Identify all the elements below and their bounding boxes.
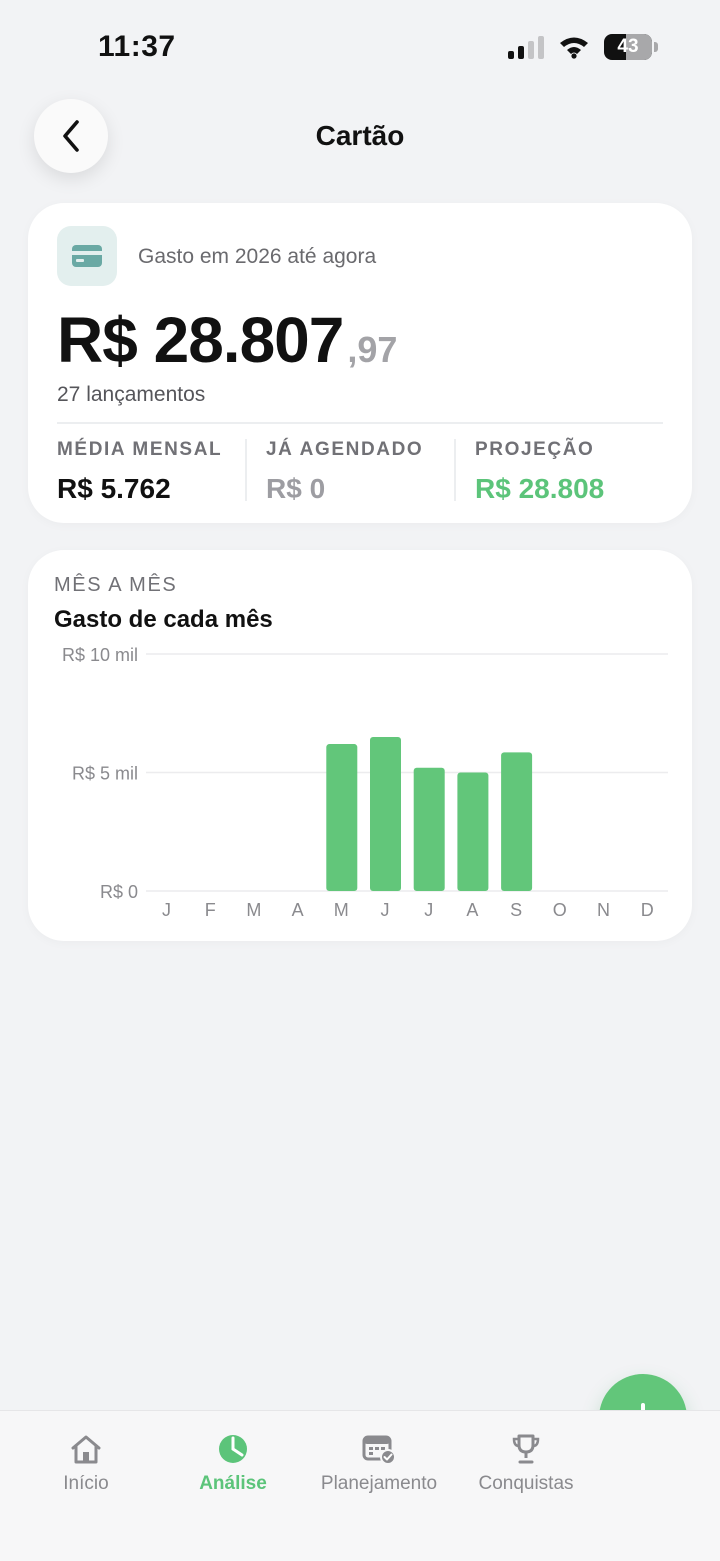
total-amount: R$ 28.807 ,97 <box>57 303 397 377</box>
stat-projection: PROJEÇÃO R$ 28.808 <box>454 439 663 505</box>
tab-bar: Início Análise Planejamento Conquistas <box>0 1410 720 1561</box>
status-time: 11:37 <box>98 30 176 63</box>
amount-main: R$ 28.807 <box>57 304 344 376</box>
tab-inicio[interactable]: Início <box>11 1433 161 1495</box>
page-title: Cartão <box>315 120 405 151</box>
cellular-signal-icon <box>508 35 544 59</box>
stat-monthly-average: MÉDIA MENSAL R$ 5.762 <box>57 439 245 505</box>
x-tick-label: O <box>553 900 568 920</box>
stat-label: MÉDIA MENSAL <box>57 439 223 460</box>
x-tick-label: F <box>205 900 217 920</box>
y-tick-label: R$ 0 <box>100 882 138 902</box>
summary-caption: Gasto em 2026 até agora <box>138 245 377 268</box>
tab-label: Conquistas <box>478 1473 574 1494</box>
bar[interactable] <box>501 752 533 891</box>
tab-label: Análise <box>199 1473 267 1494</box>
x-tick-label: J <box>424 900 434 920</box>
monthly-bar-chart: R$ 10 mil R$ 5 mil R$ 0 J F M A M J J A S O N D <box>62 645 668 920</box>
stat-scheduled: JÁ AGENDADO R$ 0 <box>245 439 454 505</box>
x-tick-label: N <box>597 900 611 920</box>
x-tick-label: J <box>162 900 172 920</box>
trophy-icon <box>512 1434 540 1464</box>
launches-count: 27 lançamentos <box>57 383 206 406</box>
pie-chart-icon <box>219 1435 247 1463</box>
x-tick-label: A <box>466 900 479 920</box>
x-tick-label: D <box>641 900 655 920</box>
stat-value: R$ 28.808 <box>475 473 605 504</box>
tab-analise[interactable]: Análise <box>158 1433 308 1495</box>
bar[interactable] <box>370 736 401 891</box>
y-tick-label: R$ 5 mil <box>72 764 138 784</box>
x-tick-label: A <box>292 900 305 920</box>
tab-label: Planejamento <box>320 1473 438 1494</box>
tab-label: Início <box>63 1473 109 1494</box>
tab-conquistas[interactable]: Conquistas <box>451 1433 601 1495</box>
y-tick-label: R$ 10 mil <box>62 645 138 665</box>
stat-label: PROJEÇÃO <box>475 439 595 460</box>
stats-row: MÉDIA MENSAL R$ 5.762 JÁ AGENDADO R$ 0 P… <box>57 439 663 505</box>
home-icon <box>71 1435 101 1464</box>
bar[interactable] <box>457 772 489 892</box>
screen: 11:37 43 Cartão Gasto em 2026 até agora … <box>0 0 720 1561</box>
battery-icon: 43 <box>604 34 652 60</box>
monthly-chart-card: MÊS A MÊS Gasto de cada mês R$ 10 mil R$ … <box>28 550 692 941</box>
battery-level: 43 <box>617 36 639 57</box>
bar[interactable] <box>326 744 358 891</box>
x-tick-label: M <box>246 900 262 920</box>
stat-label: JÁ AGENDADO <box>266 439 424 460</box>
wifi-icon <box>560 37 588 59</box>
stat-value: R$ 0 <box>266 473 326 504</box>
amount-cents: ,97 <box>347 329 398 370</box>
tab-planejamento[interactable]: Planejamento <box>304 1433 454 1495</box>
bar[interactable] <box>413 767 445 891</box>
calendar-check-icon <box>362 1435 396 1465</box>
credit-card-icon <box>57 226 117 286</box>
battery-tip <box>654 42 658 52</box>
stat-value: R$ 5.762 <box>57 473 171 504</box>
x-tick-label: S <box>510 900 523 920</box>
summary-card: Gasto em 2026 até agora R$ 28.807 ,97 27… <box>28 203 692 523</box>
x-tick-label: J <box>381 900 391 920</box>
divider <box>57 422 663 424</box>
x-tick-label: M <box>334 900 350 920</box>
status-icons: 43 <box>508 34 658 60</box>
